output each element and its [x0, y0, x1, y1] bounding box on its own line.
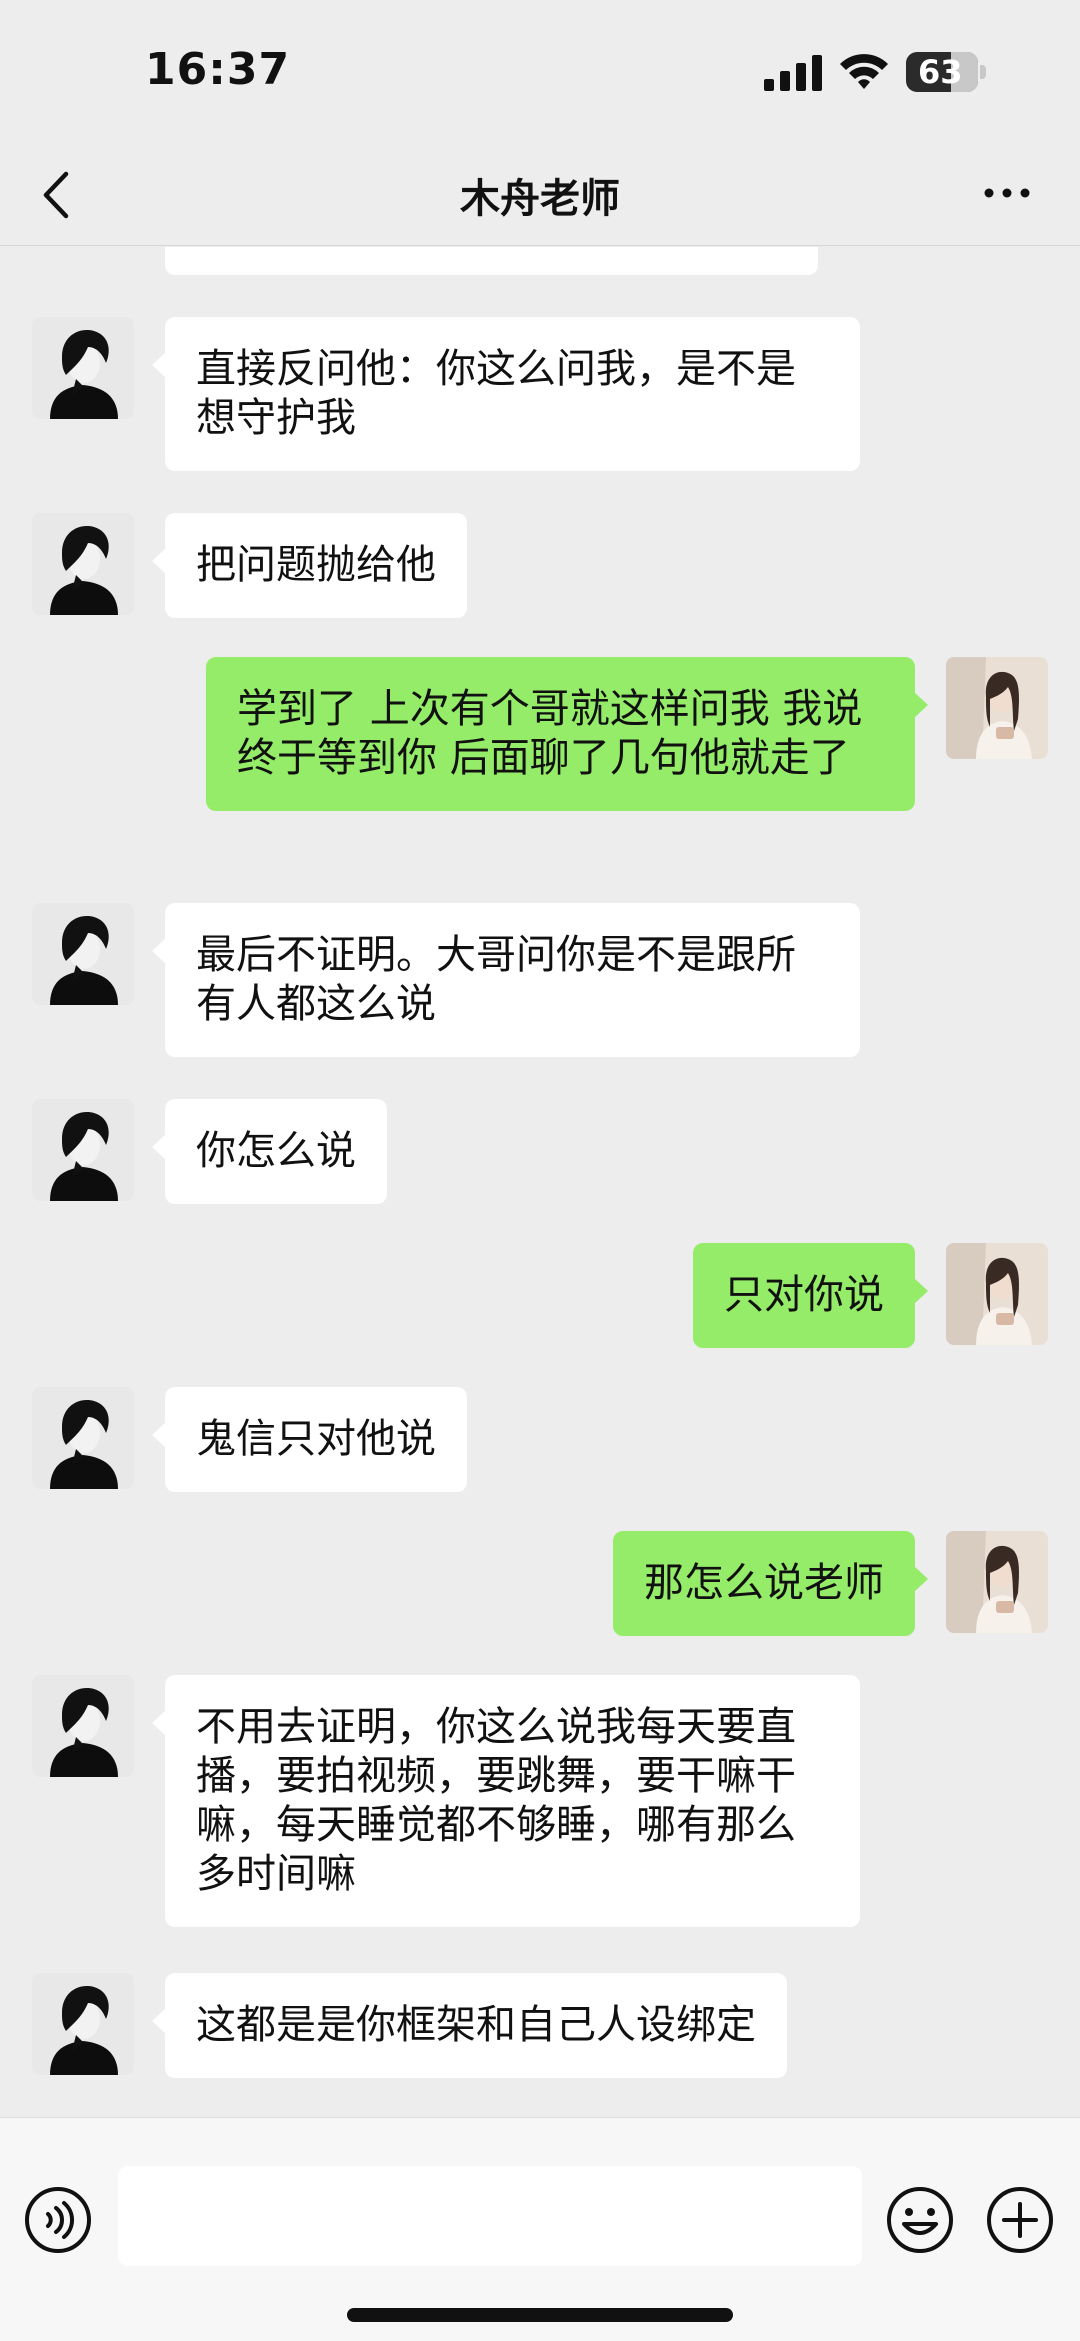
battery-percentage: 63 — [918, 53, 963, 91]
page-title: 木舟老师 — [460, 176, 620, 222]
message-bubble[interactable]: 直接反问他：你这么问我，是不是想守护我 — [152, 317, 860, 471]
nav-bar: 木舟老师 — [0, 140, 1080, 246]
self-avatar[interactable] — [946, 1243, 1048, 1345]
teacher-avatar[interactable] — [32, 317, 134, 419]
teacher-avatar[interactable] — [32, 1675, 134, 1777]
status-bar: 16:37 63 — [0, 0, 1080, 140]
chat-screen: 16:37 63 木舟老师 直接反问他：你这么问我，是不是想守护我 把问题抛给他… — [0, 0, 1080, 2341]
plus-icon[interactable] — [986, 2186, 1054, 2254]
message-bubble[interactable]: 不用去证明，你这么说我每天要直播，要拍视频，要跳舞，要干嘛干嘛，每天睡觉都不够睡… — [152, 1675, 860, 1927]
teacher-avatar[interactable] — [32, 903, 134, 1005]
voice-icon[interactable] — [24, 2186, 92, 2254]
home-indicator — [347, 2308, 733, 2322]
message-bubble[interactable]: 只对你说 — [693, 1243, 928, 1348]
message-list[interactable]: 直接反问他：你这么问我，是不是想守护我 把问题抛给他 学到了 上次有个哥就这样问… — [0, 247, 1080, 2117]
message-bubble[interactable]: 这都是是你框架和自己人设绑定 — [152, 1973, 787, 2078]
message-bubble[interactable]: 把问题抛给他 — [152, 513, 467, 618]
self-avatar[interactable] — [946, 657, 1048, 759]
message-bubble[interactable]: 最后不证明。大哥问你是不是跟所有人都这么说 — [152, 903, 860, 1057]
battery-indicator: 63 — [906, 52, 986, 92]
partial-message-bubble — [165, 247, 818, 275]
message-input[interactable] — [118, 2166, 862, 2266]
message-bubble[interactable]: 学到了 上次有个哥就这样问我 我说终于等到你 后面聊了几句他就走了 — [206, 657, 928, 811]
message-bubble[interactable]: 你怎么说 — [152, 1099, 387, 1204]
status-time: 16:37 — [145, 44, 291, 95]
emoji-icon[interactable] — [886, 2186, 954, 2254]
teacher-avatar[interactable] — [32, 513, 134, 615]
signal-icon — [764, 55, 822, 91]
teacher-avatar[interactable] — [32, 1099, 134, 1201]
teacher-avatar[interactable] — [32, 1973, 134, 2075]
teacher-avatar[interactable] — [32, 1387, 134, 1489]
self-avatar[interactable] — [946, 1531, 1048, 1633]
message-bubble[interactable]: 那怎么说老师 — [613, 1531, 928, 1636]
message-bubble[interactable]: 鬼信只对他说 — [152, 1387, 467, 1492]
more-dots-icon[interactable] — [982, 178, 1032, 208]
wifi-icon — [840, 54, 888, 89]
